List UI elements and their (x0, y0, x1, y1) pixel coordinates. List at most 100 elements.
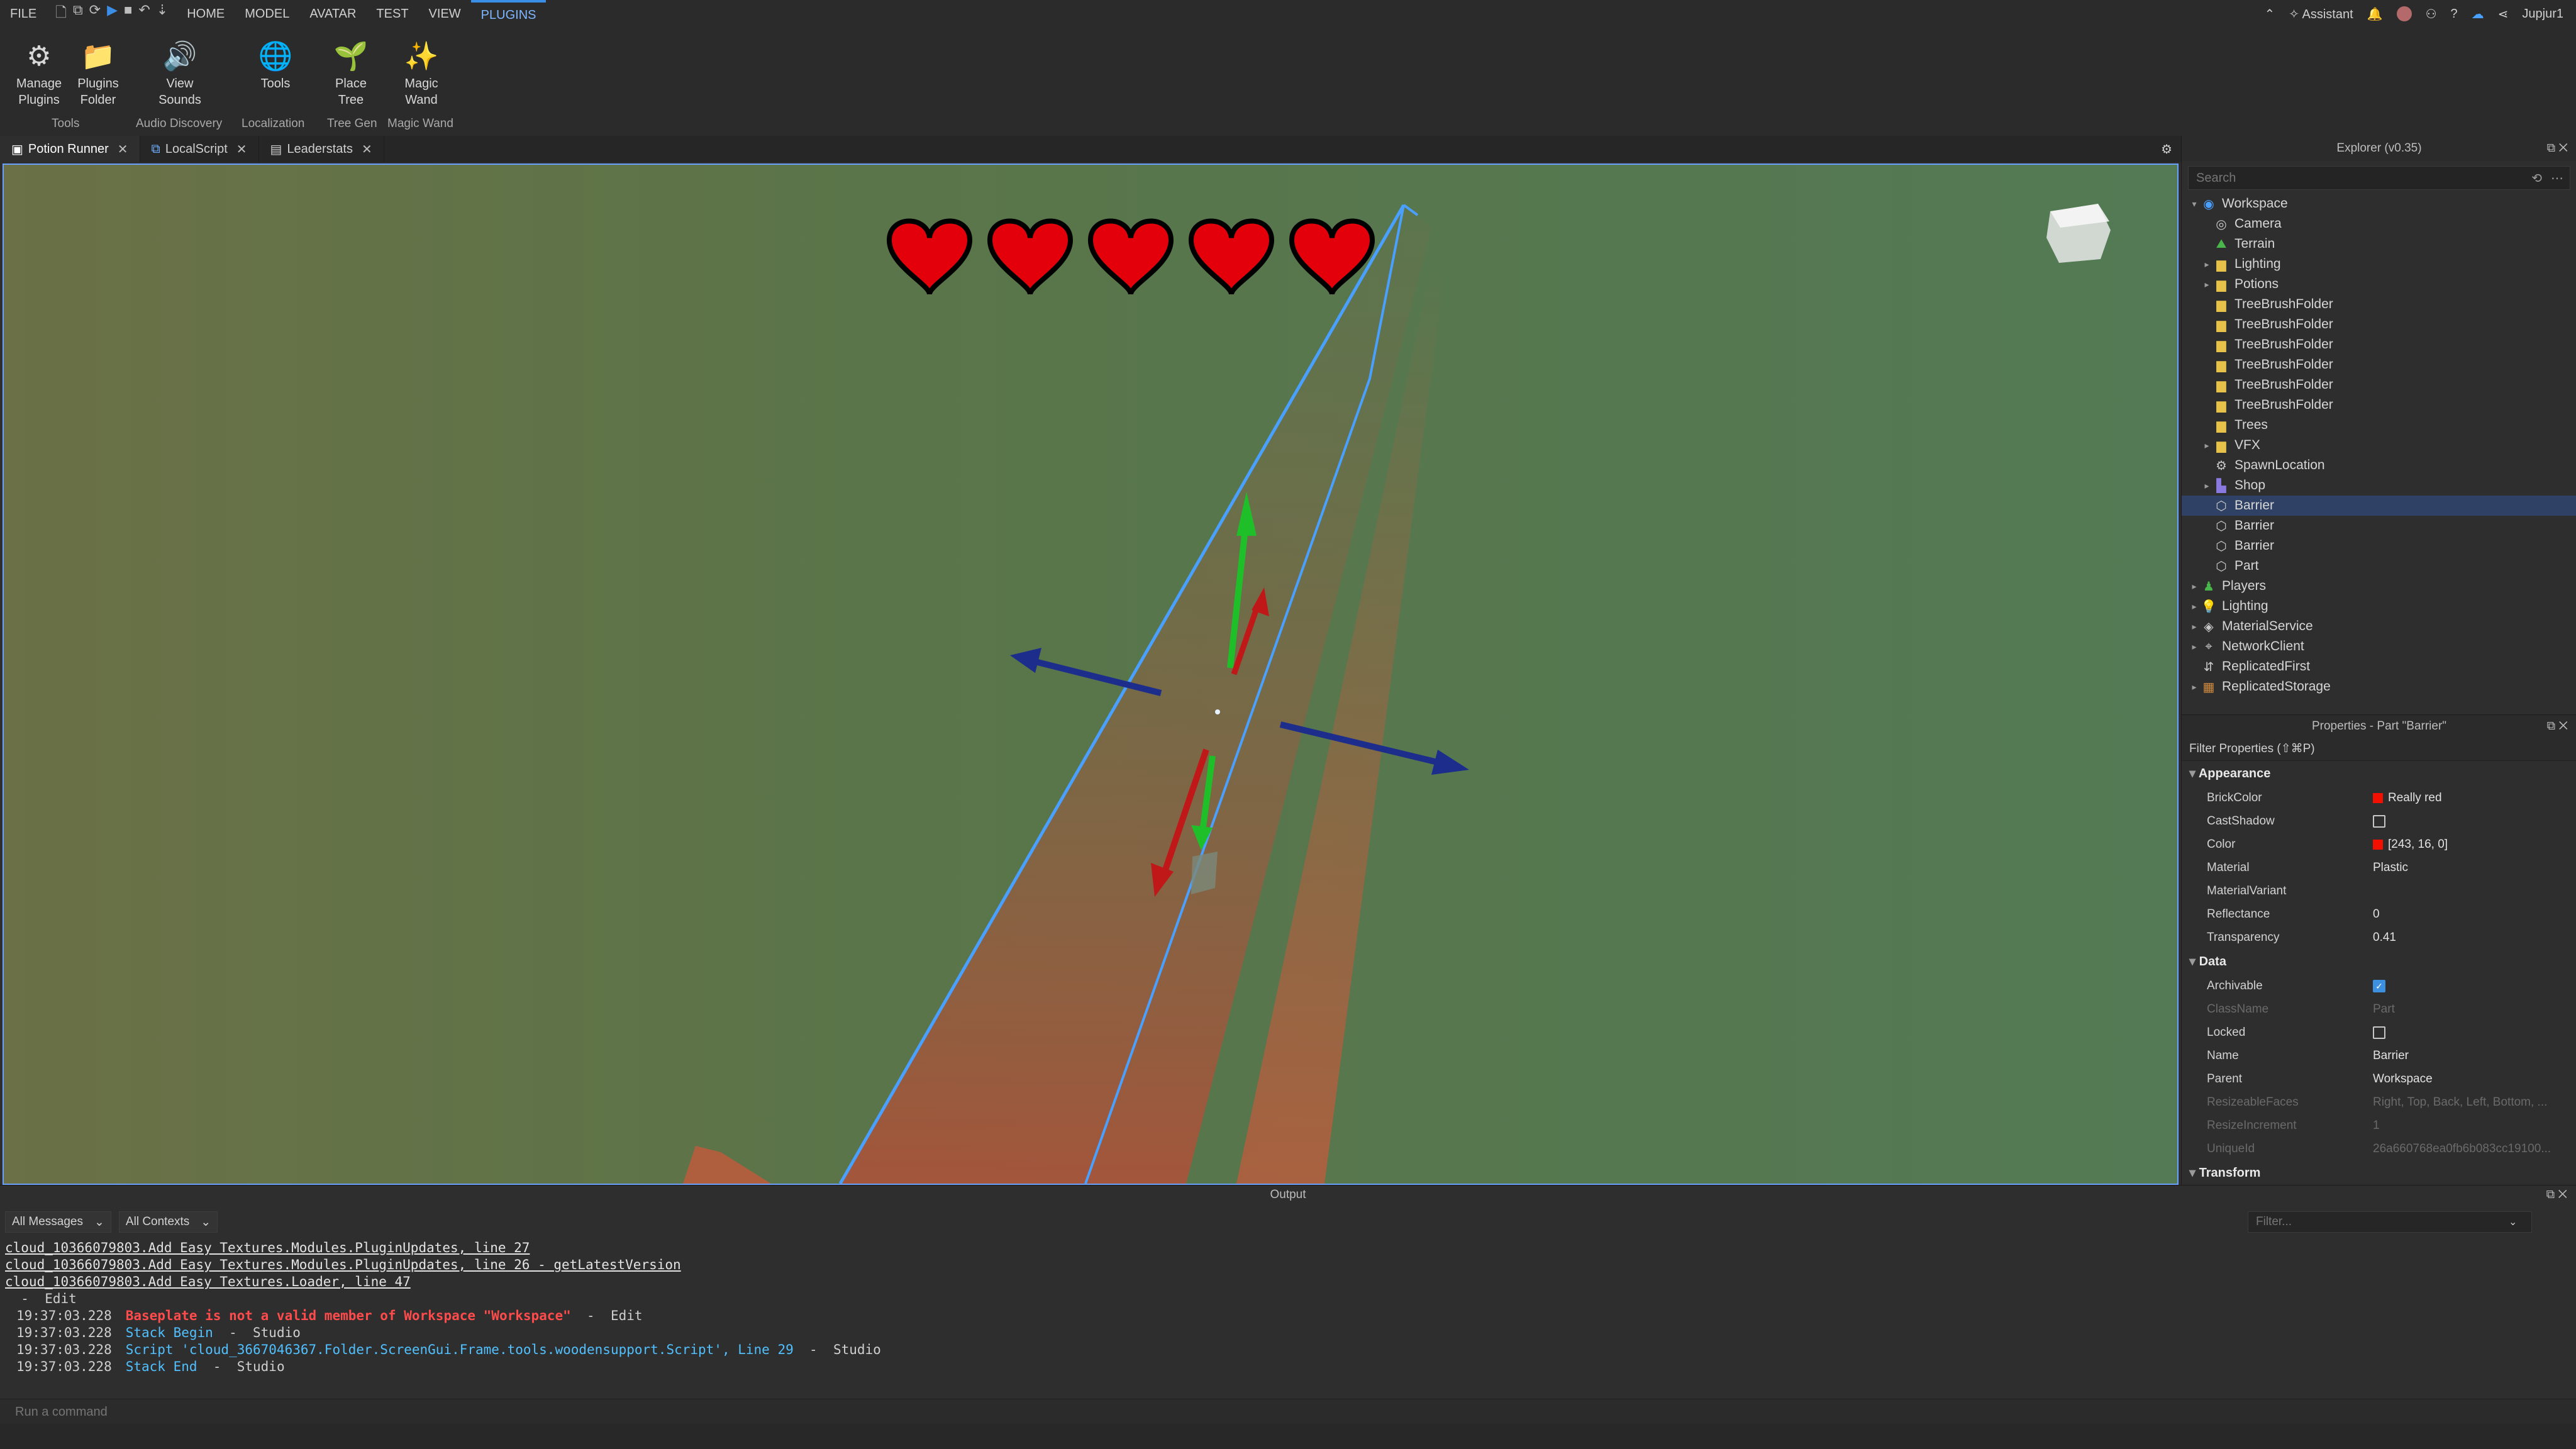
float-icon[interactable]: ⧉ (2547, 719, 2556, 733)
expand-arrow-icon[interactable]: ▸ (2188, 601, 2201, 612)
play-icon[interactable]: ▶ (107, 2, 118, 26)
avatar[interactable] (2396, 6, 2412, 21)
float-icon[interactable]: ⧉ (2547, 142, 2556, 155)
username[interactable]: Jupjur1 (2522, 7, 2563, 21)
log-link[interactable]: cloud_10366079803.Add Easy Textures.Modu… (5, 1257, 681, 1272)
barrier-part-corner[interactable] (683, 1146, 771, 1184)
magic-wand-button[interactable]: ✨ Magic Wand (390, 38, 453, 108)
new-file-icon[interactable]: 🗋 (55, 2, 67, 26)
log-link[interactable]: cloud_10366079803.Add Easy Textures.Modu… (5, 1240, 530, 1255)
3d-viewport[interactable] (3, 164, 2179, 1185)
checkbox[interactable] (2373, 814, 2385, 828)
filter-properties-input[interactable]: Filter Properties (⇧⌘P) (2182, 738, 2576, 761)
help-icon[interactable]: ? (2451, 7, 2458, 21)
explorer-item[interactable]: ▾ ◉ Workspace (2182, 194, 2576, 214)
expand-arrow-icon[interactable]: ▸ (2188, 621, 2201, 632)
explorer-item[interactable]: ▆ TreeBrushFolder (2182, 314, 2576, 335)
expand-arrow-icon[interactable]: ▸ (2188, 682, 2201, 692)
explorer-item[interactable]: ▸ 💡 Lighting (2182, 596, 2576, 616)
message-filter-dropdown[interactable]: All Messages ⌄ (5, 1211, 111, 1233)
explorer-item[interactable]: ◎ Camera (2182, 214, 2576, 234)
output-filter-input[interactable] (2255, 1214, 2509, 1230)
close-icon[interactable]: ✕ (236, 142, 247, 157)
explorer-item[interactable]: ▸ ▙ Shop (2182, 475, 2576, 496)
explorer-item[interactable]: ⇵ ReplicatedFirst (2182, 657, 2576, 677)
collapse-ribbon-icon[interactable]: ⌃ (2265, 6, 2275, 22)
color-swatch[interactable] (2373, 839, 2383, 850)
tab-potion-runner[interactable]: ▣ Potion Runner ✕ (0, 136, 140, 162)
explorer-item[interactable]: ▆ TreeBrushFolder (2182, 375, 2576, 395)
expand-arrow-icon[interactable]: ▸ (2201, 279, 2213, 290)
close-icon[interactable]: ✕ (2559, 719, 2568, 733)
localization-tools-button[interactable]: 🌐 Tools (244, 38, 307, 92)
tab-localscript[interactable]: ⧉ LocalScript ✕ (140, 136, 259, 162)
undo-icon[interactable]: ↶ (138, 2, 150, 26)
chevron-down-icon[interactable]: ⌄ (2509, 1216, 2517, 1228)
viewport-settings-icon[interactable]: ⚙ (2161, 142, 2172, 157)
explorer-item[interactable]: ▆ TreeBrushFolder (2182, 294, 2576, 314)
explorer-item[interactable]: ⬡ Part (2182, 556, 2576, 576)
context-filter-dropdown[interactable]: All Contexts ⌄ (118, 1211, 218, 1233)
explorer-item[interactable]: ▆ TreeBrushFolder (2182, 355, 2576, 375)
float-icon[interactable]: ⧉ (2546, 1188, 2555, 1201)
property-value[interactable]: Right, Top, Back, Left, Bottom, ... (2373, 1096, 2547, 1109)
explorer-item[interactable]: ⚙ SpawnLocation (2182, 455, 2576, 475)
explorer-item[interactable]: ▸ ◈ MaterialService (2182, 616, 2576, 636)
close-icon[interactable]: ✕ (2559, 142, 2568, 155)
tab-model[interactable]: MODEL (235, 0, 299, 28)
log-link[interactable]: cloud_10366079803.Add Easy Textures.Load… (5, 1274, 411, 1289)
explorer-item[interactable]: ⬡ Barrier (2182, 496, 2576, 516)
place-tree-button[interactable]: 🌱 Place Tree (319, 38, 382, 108)
share-icon[interactable]: ⋖ (2498, 6, 2509, 22)
plugins-folder-button[interactable]: 📁 Plugins Folder (67, 38, 130, 108)
property-section-header[interactable]: ▾ Appearance (2182, 761, 2576, 786)
property-value[interactable]: Barrier (2373, 1049, 2409, 1063)
tab-leaderstats[interactable]: ▤ Leaderstats ✕ (259, 136, 384, 162)
explorer-item[interactable]: ▆ TreeBrushFolder (2182, 335, 2576, 355)
stop-icon[interactable]: ■ (124, 2, 132, 26)
property-value[interactable]: Workspace (2373, 1072, 2433, 1086)
property-value[interactable]: Part (2373, 1002, 2395, 1016)
color-swatch[interactable] (2373, 792, 2383, 803)
explorer-item[interactable]: ▸ ♟ Players (2182, 576, 2576, 596)
property-value[interactable] (2373, 1026, 2390, 1039)
close-icon[interactable]: ✕ (118, 142, 128, 157)
refresh-icon[interactable]: ⟳ (89, 2, 101, 26)
explorer-item[interactable]: ▸ ▆ Lighting (2182, 254, 2576, 274)
notifications-icon[interactable]: 🔔 (2367, 6, 2383, 22)
tab-avatar[interactable]: AVATAR (299, 0, 366, 28)
view-sounds-button[interactable]: 🔊 View Sounds (148, 38, 211, 108)
property-value[interactable]: Plastic (2373, 861, 2408, 875)
view-cube-icon[interactable] (2046, 204, 2111, 263)
tab-plugins[interactable]: PLUGINS (470, 0, 547, 28)
property-value[interactable]: 1 (2373, 1119, 2380, 1133)
explorer-item[interactable]: ⬡ Barrier (2182, 536, 2576, 556)
tab-home[interactable]: HOME (177, 0, 235, 28)
property-value[interactable]: ✓ (2373, 979, 2390, 992)
explorer-item[interactable]: ⬡ Barrier (2182, 516, 2576, 536)
property-value[interactable]: 0.41 (2373, 931, 2396, 945)
close-icon[interactable]: ✕ (2558, 1188, 2567, 1201)
command-input[interactable] (14, 1404, 1903, 1420)
team-icon[interactable]: ⚇ (2426, 6, 2437, 22)
close-icon[interactable]: ✕ (362, 142, 372, 157)
expand-arrow-icon[interactable]: ▸ (2188, 581, 2201, 592)
save-icon[interactable]: ⧉ (73, 2, 83, 26)
cloud-icon[interactable]: ☁ (2472, 6, 2484, 22)
file-menu[interactable]: FILE (0, 0, 47, 28)
expand-arrow-icon[interactable]: ▸ (2201, 259, 2213, 270)
tab-test[interactable]: TEST (366, 0, 418, 28)
property-value[interactable]: Really red (2373, 791, 2442, 805)
manage-plugins-button[interactable]: ⚙ Manage Plugins (8, 38, 70, 108)
property-value[interactable]: 26a660768ea0fb6b083cc19100... (2373, 1142, 2551, 1156)
search-input[interactable] (2195, 170, 2487, 186)
expand-arrow-icon[interactable]: ▾ (2188, 199, 2201, 209)
explorer-item[interactable]: ▆ TreeBrushFolder (2182, 395, 2576, 415)
property-section-header[interactable]: ▾ Transform (2182, 1160, 2576, 1185)
expand-arrow-icon[interactable]: ▸ (2201, 480, 2213, 491)
checkbox[interactable]: ✓ (2373, 979, 2385, 992)
tab-view[interactable]: VIEW (419, 0, 471, 28)
explorer-item[interactable]: ▆ Trees (2182, 415, 2576, 435)
more-icon[interactable]: ⋯ (2551, 170, 2563, 186)
assistant-button[interactable]: ✧ Assistant (2289, 6, 2353, 22)
